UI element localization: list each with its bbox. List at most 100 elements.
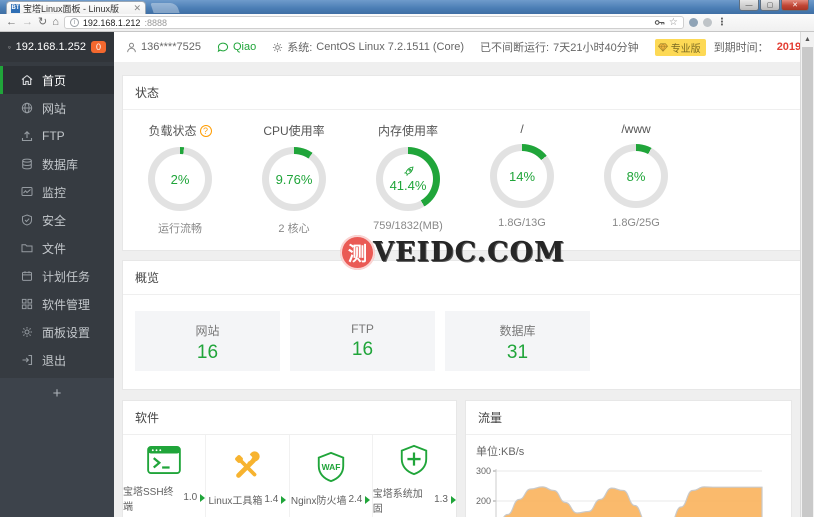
sidebar-item-label: 安全: [42, 213, 67, 228]
traffic-unit-label: 单位:KB/s: [476, 446, 525, 458]
memory-donut-chart: 41.4%: [376, 147, 440, 211]
message-count-badge[interactable]: 0: [90, 40, 106, 54]
gear-icon: [22, 327, 32, 337]
extension-icon[interactable]: [702, 18, 712, 27]
user-account[interactable]: 136****7525: [126, 41, 201, 53]
sidebar-item-app-store[interactable]: 软件管理: [0, 290, 114, 318]
gauge-value: 14%: [508, 168, 536, 184]
svg-text:200: 200: [476, 496, 491, 506]
gauge-title: CPU使用率: [263, 124, 325, 138]
qq-contact[interactable]: Qiao: [217, 41, 256, 53]
status-panel: 状态 负载状态? 2% 运行流畅 CPU使用率 9.76% 2 核心 内存使用率: [122, 75, 806, 251]
upload-icon: [21, 131, 33, 142]
new-tab-button[interactable]: [150, 3, 180, 13]
server-ip-block[interactable]: 192.168.1.252 0: [0, 32, 114, 62]
qq-name[interactable]: Qiao: [233, 41, 256, 53]
home-button[interactable]: ⌂: [52, 17, 59, 28]
panel-header: 192.168.1.252 0 136****7525 Qiao 系统: Cen…: [0, 32, 814, 62]
back-button[interactable]: ←: [6, 17, 17, 28]
sidebar-item-label: 计划任务: [42, 269, 91, 284]
reload-button[interactable]: ↻: [38, 17, 47, 28]
browser-menu-icon[interactable]: ⋮: [717, 17, 727, 28]
url-bar[interactable]: i 192.168.1.212:8888 ☆: [63, 16, 684, 29]
pro-plan-badge[interactable]: 专业版: [654, 38, 706, 56]
gauge-disk-root: / 14% 1.8G/13G: [465, 122, 579, 236]
sidebar-item-label: 文件: [42, 241, 67, 256]
window-minimize-button[interactable]: —: [739, 0, 759, 11]
svg-text:WAF: WAF: [321, 462, 340, 472]
user-phone: 136****7525: [141, 41, 201, 53]
home-icon: [21, 75, 33, 86]
help-icon[interactable]: ?: [199, 124, 212, 137]
rocket-icon[interactable]: [402, 165, 415, 178]
globe-icon: [21, 102, 33, 114]
play-icon: [365, 495, 371, 504]
window-maximize-button[interactable]: ▢: [760, 0, 780, 11]
uptime: 已不间断运行: 7天21小时40分钟: [480, 39, 639, 55]
uptime-label: 已不间断运行:: [480, 42, 550, 54]
sidebar-item-settings[interactable]: 面板设置: [0, 318, 114, 346]
overview-value: 31: [506, 342, 529, 363]
software-item-nginx-waf[interactable]: WAF Nginx防火墙 2.4: [290, 435, 373, 517]
browser-titlebar: BT 宝塔Linux面板 - Linux版 ✕ — ▢ ✕: [0, 0, 814, 14]
sidebar-item-files[interactable]: 文件: [0, 234, 114, 262]
page-scrollbar[interactable]: ▲: [800, 32, 814, 517]
sidebar-item-home[interactable]: 首页: [0, 66, 114, 94]
sidebar-item-security[interactable]: 安全: [0, 206, 114, 234]
software-label: 宝塔系统加固: [372, 488, 423, 515]
extension-icon[interactable]: [688, 18, 698, 27]
waf-shield-icon: WAF: [317, 451, 344, 483]
software-item-system-hardening[interactable]: 宝塔系统加固 1.3: [373, 435, 456, 517]
overview-box-ftp[interactable]: FTP 16: [290, 311, 435, 371]
traffic-area-chart: 300200100: [476, 466, 763, 517]
status-panel-title: 状态: [123, 76, 805, 110]
key-permission-icon[interactable]: [654, 17, 665, 28]
gauge-title: /www: [621, 122, 651, 136]
folder-icon: [21, 244, 33, 253]
watermark-badge: 测: [340, 235, 375, 270]
bookmark-star-icon[interactable]: ☆: [669, 17, 678, 28]
user-icon: [127, 42, 136, 52]
gauge-sub: 运行流畅: [158, 223, 202, 235]
sidebar-item-website[interactable]: 网站: [0, 94, 114, 122]
monitor-icon: [8, 45, 11, 49]
tab-title: 宝塔Linux面板 - Linux版: [23, 3, 120, 14]
gauge-memory: 内存使用率 41.4% 759/1832(MB): [351, 122, 465, 236]
software-item-ssh-terminal[interactable]: 宝塔SSH终端 1.0: [123, 435, 207, 517]
software-version: 2.4: [348, 494, 363, 505]
window-close-button[interactable]: ✕: [781, 0, 809, 11]
browser-tab[interactable]: BT 宝塔Linux面板 - Linux版 ✕: [6, 1, 146, 14]
gauge-sub: 2 核心: [278, 223, 310, 235]
page-info-icon[interactable]: i: [69, 18, 79, 27]
load-donut-chart: 2%: [148, 147, 212, 211]
sidebar-add-button[interactable]: +: [0, 378, 114, 517]
gauge-cpu: CPU使用率 9.76% 2 核心: [237, 122, 351, 236]
gauge-title: 负载状态: [148, 124, 197, 138]
play-icon: [200, 493, 206, 502]
sidebar-item-cron[interactable]: 计划任务: [0, 262, 114, 290]
gauge-disk-www: /www 8% 1.8G/25G: [579, 122, 693, 236]
traffic-panel: 流量 单位:KB/s 300200100: [465, 400, 792, 517]
overview-label: 网站: [195, 324, 220, 338]
sidebar-item-label: 首页: [42, 73, 67, 88]
sidebar-item-monitor[interactable]: 监控: [0, 178, 114, 206]
play-icon: [451, 495, 456, 504]
overview-panel: 概览 网站 16 FTP 16 数据库 31: [122, 260, 806, 390]
tab-close-icon[interactable]: ✕: [133, 3, 141, 13]
gauge-sub: 1.8G/13G: [498, 217, 546, 229]
traffic-panel-title: 流量: [466, 401, 791, 435]
overview-box-website[interactable]: 网站 16: [135, 311, 280, 371]
sidebar-item-logout[interactable]: 退出: [0, 346, 114, 374]
scrollbar-thumb[interactable]: [802, 47, 813, 517]
overview-box-database[interactable]: 数据库 31: [445, 311, 590, 371]
scroll-up-arrow[interactable]: ▲: [801, 32, 814, 46]
sidebar-item-ftp[interactable]: FTP: [0, 122, 114, 150]
forward-button[interactable]: →: [22, 17, 33, 28]
sidebar-item-database[interactable]: 数据库: [0, 150, 114, 178]
overview-value: 16: [196, 342, 219, 363]
software-item-linux-toolbox[interactable]: Linux工具箱 1.4: [206, 435, 290, 517]
url-port: :8888: [144, 17, 167, 28]
sidebar-item-label: 数据库: [42, 157, 79, 172]
grid-icon: [21, 298, 33, 310]
server-ip: 192.168.1.252: [15, 41, 86, 53]
